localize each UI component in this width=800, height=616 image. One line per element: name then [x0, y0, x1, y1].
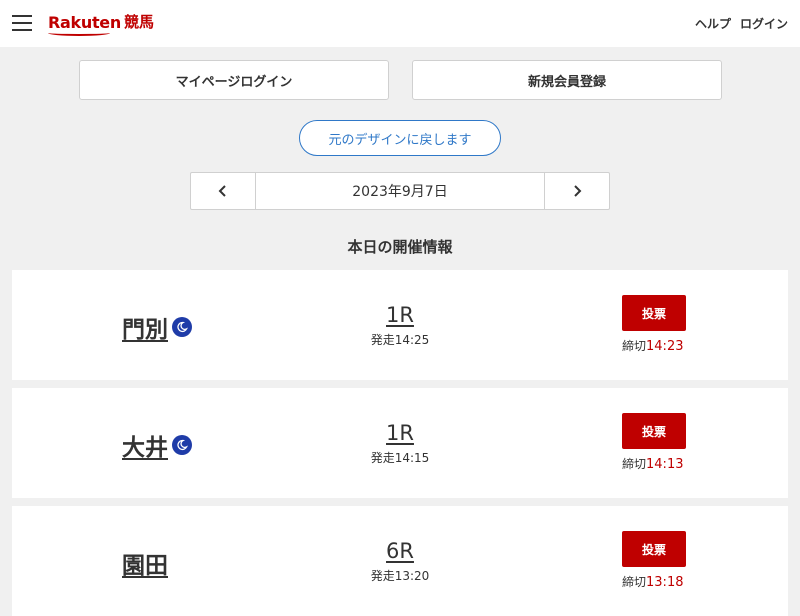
register-button[interactable]: 新規会員登録 — [412, 60, 722, 100]
venue: 門別 — [122, 310, 192, 344]
restore-design-button[interactable]: 元のデザインに戻します — [299, 120, 501, 156]
night-race-moon-icon — [172, 435, 192, 455]
logo-smile-mark — [48, 30, 110, 36]
race-card: 大井 1R 発走14:15 投票 締切14:13 — [12, 388, 788, 498]
venue-link[interactable]: 門別 — [122, 310, 168, 344]
chevron-left-icon — [218, 185, 226, 197]
previous-date-button[interactable] — [191, 173, 256, 209]
deadline-time: 14:23 — [646, 339, 684, 354]
race-start-time: 発走14:25 — [370, 333, 430, 347]
race-number-link[interactable]: 1R — [350, 421, 450, 445]
deadline-label: 締切 — [622, 575, 647, 589]
race-number-link[interactable]: 1R — [350, 303, 450, 327]
deadline: 締切14:23 — [622, 337, 683, 354]
deadline-time: 13:18 — [646, 575, 684, 590]
vote-button[interactable]: 投票 — [622, 531, 686, 567]
mypage-login-button[interactable]: マイページログイン — [79, 60, 389, 100]
deadline-time: 14:13 — [646, 457, 684, 472]
current-date: 2023年9月7日 — [352, 184, 448, 200]
vote-button[interactable]: 投票 — [622, 413, 686, 449]
date-navigator: 2023年9月7日 — [190, 172, 610, 210]
deadline: 締切13:18 — [622, 573, 683, 590]
venue-link[interactable]: 大井 — [122, 428, 168, 462]
deadline-label: 締切 — [622, 457, 647, 471]
header: Rakuten 競馬 ヘルプ ログイン — [0, 0, 800, 47]
help-link[interactable]: ヘルプ — [695, 15, 731, 32]
race-info: 6R 発走13:20 — [350, 539, 450, 584]
race-start-time: 発走13:20 — [370, 569, 430, 583]
race-card: 門別 1R 発走14:25 投票 締切14:23 — [12, 270, 788, 380]
venue: 園田 — [122, 546, 168, 580]
next-date-button[interactable] — [544, 173, 609, 209]
night-race-moon-icon — [172, 317, 192, 337]
login-link[interactable]: ログイン — [740, 15, 788, 32]
header-links: ヘルプ ログイン — [695, 15, 788, 32]
chevron-right-icon — [574, 185, 582, 197]
rakuten-keiba-logo[interactable]: Rakuten 競馬 — [48, 11, 154, 36]
venue: 大井 — [122, 428, 192, 462]
race-info: 1R 発走14:25 — [350, 303, 450, 348]
vote-button[interactable]: 投票 — [622, 295, 686, 331]
hamburger-menu-icon[interactable] — [12, 15, 32, 31]
venue-link[interactable]: 園田 — [122, 546, 168, 580]
logo-service: 競馬 — [123, 13, 154, 31]
race-number-link[interactable]: 6R — [350, 539, 450, 563]
race-start-time: 発走14:15 — [370, 451, 430, 465]
deadline: 締切14:13 — [622, 455, 683, 472]
deadline-label: 締切 — [622, 339, 647, 353]
section-title: 本日の開催情報 — [347, 238, 453, 256]
race-info: 1R 発走14:15 — [350, 421, 450, 466]
